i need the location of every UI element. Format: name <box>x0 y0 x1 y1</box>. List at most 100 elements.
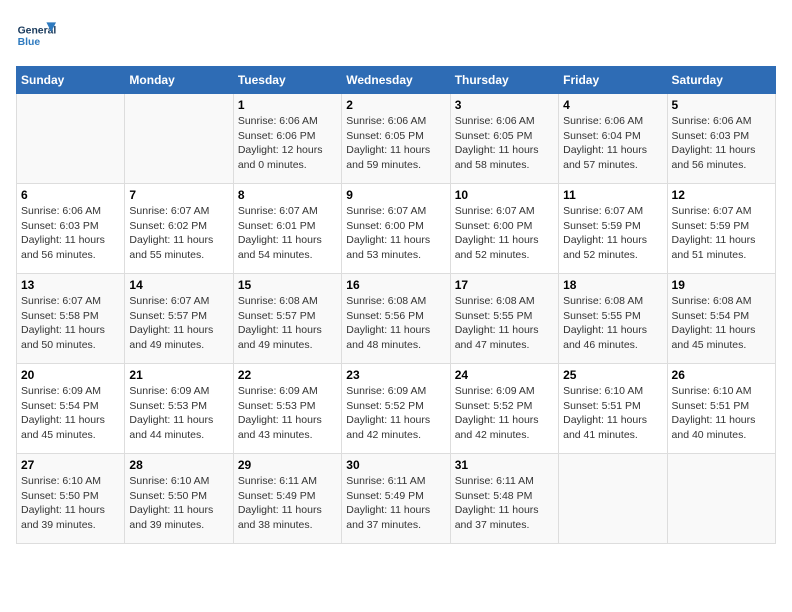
day-info: Sunrise: 6:06 AMSunset: 6:05 PMDaylight:… <box>346 114 445 173</box>
day-number: 19 <box>672 278 771 292</box>
day-number: 22 <box>238 368 337 382</box>
day-number: 2 <box>346 98 445 112</box>
calendar-cell: 30 Sunrise: 6:11 AMSunset: 5:49 PMDayligh… <box>342 454 450 544</box>
page-header: General Blue <box>16 16 776 56</box>
day-info: Sunrise: 6:07 AMSunset: 6:01 PMDaylight:… <box>238 204 337 263</box>
day-number: 4 <box>563 98 662 112</box>
weekday-header-row: SundayMondayTuesdayWednesdayThursdayFrid… <box>17 67 776 94</box>
calendar-cell: 25Sunrise: 6:10 AMSunset: 5:51 PMDayligh… <box>559 364 667 454</box>
weekday-header-monday: Monday <box>125 67 233 94</box>
day-info: Sunrise: 6:07 AMSunset: 5:59 PMDaylight:… <box>563 204 662 263</box>
week-row-4: 20 Sunrise: 6:09 AMSunset: 5:54 PMDayligh… <box>17 364 776 454</box>
day-number: 13 <box>21 278 120 292</box>
day-number: 30 <box>346 458 445 472</box>
calendar-cell: 5 Sunrise: 6:06 AMSunset: 6:03 PMDaylight… <box>667 94 775 184</box>
day-number: 31 <box>455 458 554 472</box>
week-row-2: 6 Sunrise: 6:06 AMSunset: 6:03 PMDaylight… <box>17 184 776 274</box>
day-info: Sunrise: 6:08 AMSunset: 5:56 PMDaylight:… <box>346 294 445 353</box>
day-number: 17 <box>455 278 554 292</box>
calendar-cell: 21Sunrise: 6:09 AMSunset: 5:53 PMDayligh… <box>125 364 233 454</box>
calendar-cell: 28 Sunrise: 6:10 AMSunset: 5:50 PMDayligh… <box>125 454 233 544</box>
day-number: 12 <box>672 188 771 202</box>
day-number: 23 <box>346 368 445 382</box>
day-number: 27 <box>21 458 120 472</box>
day-info: Sunrise: 6:09 AMSunset: 5:54 PMDaylight:… <box>21 384 120 443</box>
day-number: 5 <box>672 98 771 112</box>
calendar-cell: 16Sunrise: 6:08 AMSunset: 5:56 PMDayligh… <box>342 274 450 364</box>
day-info: Sunrise: 6:10 AMSunset: 5:50 PMDaylight:… <box>21 474 120 533</box>
day-info: Sunrise: 6:07 AMSunset: 6:00 PMDaylight:… <box>455 204 554 263</box>
day-number: 14 <box>129 278 228 292</box>
calendar-table: SundayMondayTuesdayWednesdayThursdayFrid… <box>16 66 776 544</box>
day-number: 7 <box>129 188 228 202</box>
day-info: Sunrise: 6:09 AMSunset: 5:53 PMDaylight:… <box>238 384 337 443</box>
svg-text:Blue: Blue <box>18 37 41 48</box>
day-number: 28 <box>129 458 228 472</box>
calendar-cell: 10 Sunrise: 6:07 AMSunset: 6:00 PMDayligh… <box>450 184 558 274</box>
day-info: Sunrise: 6:06 AMSunset: 6:04 PMDaylight:… <box>563 114 662 173</box>
calendar-cell: 20 Sunrise: 6:09 AMSunset: 5:54 PMDayligh… <box>17 364 125 454</box>
day-info: Sunrise: 6:08 AMSunset: 5:55 PMDaylight:… <box>455 294 554 353</box>
calendar-cell: 19 Sunrise: 6:08 AMSunset: 5:54 PMDayligh… <box>667 274 775 364</box>
weekday-header-tuesday: Tuesday <box>233 67 341 94</box>
week-row-3: 13 Sunrise: 6:07 AMSunset: 5:58 PMDayligh… <box>17 274 776 364</box>
day-info: Sunrise: 6:08 AMSunset: 5:57 PMDaylight:… <box>238 294 337 353</box>
calendar-cell <box>559 454 667 544</box>
calendar-cell: 8 Sunrise: 6:07 AMSunset: 6:01 PMDaylight… <box>233 184 341 274</box>
day-number: 3 <box>455 98 554 112</box>
day-number: 10 <box>455 188 554 202</box>
day-number: 11 <box>563 188 662 202</box>
day-number: 1 <box>238 98 337 112</box>
calendar-cell <box>17 94 125 184</box>
calendar-cell: 17 Sunrise: 6:08 AMSunset: 5:55 PMDayligh… <box>450 274 558 364</box>
day-number: 15 <box>238 278 337 292</box>
day-info: Sunrise: 6:06 AMSunset: 6:03 PMDaylight:… <box>21 204 120 263</box>
calendar-cell: 2 Sunrise: 6:06 AMSunset: 6:05 PMDaylight… <box>342 94 450 184</box>
day-info: Sunrise: 6:07 AMSunset: 6:02 PMDaylight:… <box>129 204 228 263</box>
day-info: Sunrise: 6:08 AMSunset: 5:55 PMDaylight:… <box>563 294 662 353</box>
day-info: Sunrise: 6:11 AMSunset: 5:49 PMDaylight:… <box>238 474 337 533</box>
calendar-cell <box>667 454 775 544</box>
calendar-cell: 27 Sunrise: 6:10 AMSunset: 5:50 PMDayligh… <box>17 454 125 544</box>
calendar-cell: 7 Sunrise: 6:07 AMSunset: 6:02 PMDaylight… <box>125 184 233 274</box>
day-number: 8 <box>238 188 337 202</box>
calendar-cell: 3 Sunrise: 6:06 AMSunset: 6:05 PMDaylight… <box>450 94 558 184</box>
day-info: Sunrise: 6:07 AMSunset: 5:57 PMDaylight:… <box>129 294 228 353</box>
day-info: Sunrise: 6:06 AMSunset: 6:05 PMDaylight:… <box>455 114 554 173</box>
day-number: 29 <box>238 458 337 472</box>
day-number: 24 <box>455 368 554 382</box>
calendar-cell <box>125 94 233 184</box>
weekday-header-saturday: Saturday <box>667 67 775 94</box>
day-number: 6 <box>21 188 120 202</box>
day-info: Sunrise: 6:08 AMSunset: 5:54 PMDaylight:… <box>672 294 771 353</box>
calendar-cell: 9Sunrise: 6:07 AMSunset: 6:00 PMDaylight… <box>342 184 450 274</box>
calendar-cell: 31 Sunrise: 6:11 AMSunset: 5:48 PMDayligh… <box>450 454 558 544</box>
calendar-cell: 24 Sunrise: 6:09 AMSunset: 5:52 PMDayligh… <box>450 364 558 454</box>
calendar-cell: 4 Sunrise: 6:06 AMSunset: 6:04 PMDaylight… <box>559 94 667 184</box>
calendar-cell: 15 Sunrise: 6:08 AMSunset: 5:57 PMDayligh… <box>233 274 341 364</box>
calendar-cell: 1 Sunrise: 6:06 AMSunset: 6:06 PMDaylight… <box>233 94 341 184</box>
day-info: Sunrise: 6:07 AMSunset: 5:58 PMDaylight:… <box>21 294 120 353</box>
day-info: Sunrise: 6:09 AMSunset: 5:52 PMDaylight:… <box>346 384 445 443</box>
day-number: 20 <box>21 368 120 382</box>
calendar-cell: 14 Sunrise: 6:07 AMSunset: 5:57 PMDayligh… <box>125 274 233 364</box>
calendar-cell: 26Sunrise: 6:10 AMSunset: 5:51 PMDayligh… <box>667 364 775 454</box>
day-info: Sunrise: 6:10 AMSunset: 5:51 PMDaylight:… <box>672 384 771 443</box>
day-number: 25 <box>563 368 662 382</box>
day-info: Sunrise: 6:10 AMSunset: 5:50 PMDaylight:… <box>129 474 228 533</box>
calendar-cell: 29 Sunrise: 6:11 AMSunset: 5:49 PMDayligh… <box>233 454 341 544</box>
day-info: Sunrise: 6:06 AMSunset: 6:03 PMDaylight:… <box>672 114 771 173</box>
logo-icon: General Blue <box>16 16 56 56</box>
day-info: Sunrise: 6:09 AMSunset: 5:52 PMDaylight:… <box>455 384 554 443</box>
day-info: Sunrise: 6:11 AMSunset: 5:49 PMDaylight:… <box>346 474 445 533</box>
day-info: Sunrise: 6:07 AMSunset: 6:00 PMDaylight:… <box>346 204 445 263</box>
week-row-1: 1 Sunrise: 6:06 AMSunset: 6:06 PMDaylight… <box>17 94 776 184</box>
logo: General Blue <box>16 16 60 56</box>
weekday-header-friday: Friday <box>559 67 667 94</box>
calendar-cell: 22 Sunrise: 6:09 AMSunset: 5:53 PMDayligh… <box>233 364 341 454</box>
day-info: Sunrise: 6:07 AMSunset: 5:59 PMDaylight:… <box>672 204 771 263</box>
calendar-cell: 11 Sunrise: 6:07 AMSunset: 5:59 PMDayligh… <box>559 184 667 274</box>
day-number: 18 <box>563 278 662 292</box>
day-info: Sunrise: 6:11 AMSunset: 5:48 PMDaylight:… <box>455 474 554 533</box>
day-info: Sunrise: 6:06 AMSunset: 6:06 PMDaylight:… <box>238 114 337 173</box>
